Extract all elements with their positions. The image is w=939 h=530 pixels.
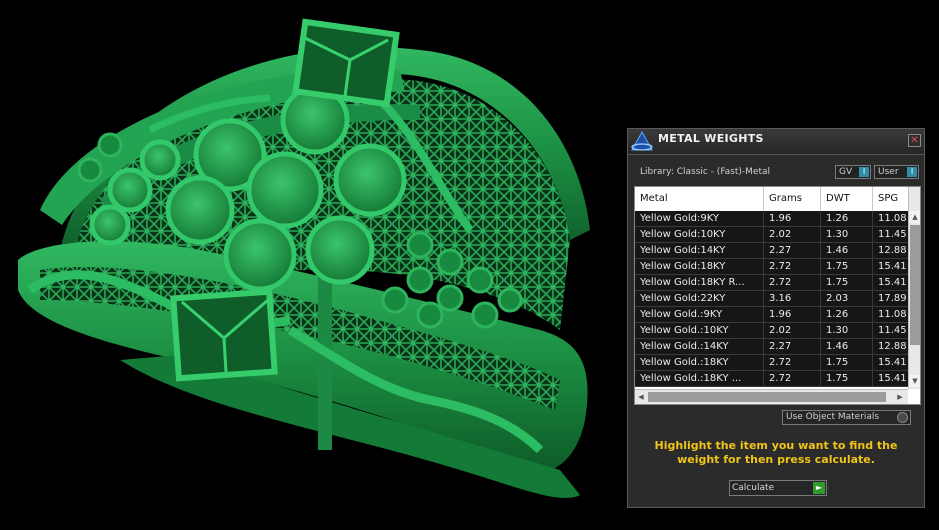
table-header: Metal Grams DWT SPG [635, 187, 913, 212]
table-row[interactable]: Yellow Gold.:18KY 2.72 1.75 15.41 [635, 355, 908, 371]
cell-grams: 2.27 [764, 243, 821, 258]
cell-dwt: 1.46 [821, 339, 873, 354]
cell-grams: 2.27 [764, 339, 821, 354]
scroll-up-icon[interactable]: ▲ [909, 211, 920, 223]
metal-weights-panel: METAL WEIGHTS ✕ Library: Classic - (Fast… [627, 128, 925, 508]
ring-model [18, 18, 590, 498]
table-row[interactable]: Yellow Gold:10KY 2.02 1.30 11.45 [635, 227, 908, 243]
cell-metal: Yellow Gold:14KY [635, 243, 764, 258]
cell-dwt: 1.30 [821, 227, 873, 242]
table-body: Yellow Gold:9KY 1.96 1.26 11.08 Yellow G… [635, 211, 908, 387]
cell-spg: 11.45 [873, 227, 908, 242]
cell-spg: 15.41 [873, 259, 908, 274]
panel-title: METAL WEIGHTS [658, 132, 764, 145]
cell-grams: 2.72 [764, 275, 821, 290]
panel-titlebar[interactable]: METAL WEIGHTS ✕ [628, 129, 924, 155]
app-logo-icon [631, 130, 653, 151]
library-label: Library: Classic - (Fast)-Metal [640, 167, 771, 177]
calculate-button[interactable]: Calculate ► [729, 480, 827, 496]
toggle-knob-icon: I [907, 167, 917, 177]
cell-metal: Yellow Gold:18KY R... [635, 275, 764, 290]
close-icon[interactable]: ✕ [908, 134, 921, 147]
radio-icon[interactable] [897, 412, 908, 423]
cell-dwt: 1.26 [821, 307, 873, 322]
vertical-scrollbar[interactable]: ▲ ▼ [908, 187, 920, 389]
column-header-dwt[interactable]: DWT [821, 187, 873, 211]
square-setting-bottom [170, 288, 278, 382]
cell-grams: 3.16 [764, 291, 821, 306]
cell-dwt: 1.75 [821, 275, 873, 290]
cell-grams: 2.72 [764, 371, 821, 386]
cell-metal: Yellow Gold.:14KY [635, 339, 764, 354]
cell-metal: Yellow Gold:22KY [635, 291, 764, 306]
cell-metal: Yellow Gold:9KY [635, 211, 764, 226]
cell-metal: Yellow Gold.:18KY [635, 355, 764, 370]
user-toggle[interactable]: User I [874, 165, 919, 179]
table-row[interactable]: Yellow Gold.:9KY 1.96 1.26 11.08 [635, 307, 908, 323]
use-object-materials-label: Use Object Materials [786, 412, 880, 422]
play-arrow-icon: ► [813, 482, 825, 494]
calculate-label: Calculate [732, 483, 775, 493]
column-header-metal[interactable]: Metal [635, 187, 764, 211]
cell-spg: 15.41 [873, 371, 908, 386]
cell-spg: 17.89 [873, 291, 908, 306]
horizontal-scroll-thumb[interactable] [648, 392, 886, 402]
cell-dwt: 1.75 [821, 371, 873, 386]
cell-dwt: 1.75 [821, 259, 873, 274]
use-object-materials-option[interactable]: Use Object Materials [782, 410, 911, 425]
cell-dwt: 1.30 [821, 323, 873, 338]
column-header-grams[interactable]: Grams [764, 187, 821, 211]
table-row[interactable]: Yellow Gold:14KY 2.27 1.46 12.88 [635, 243, 908, 259]
table-row[interactable]: Yellow Gold.:10KY 2.02 1.30 11.45 [635, 323, 908, 339]
scroll-left-icon[interactable]: ◀ [635, 391, 647, 403]
cell-dwt: 1.46 [821, 243, 873, 258]
table-row[interactable]: Yellow Gold:9KY 1.96 1.26 11.08 [635, 211, 908, 227]
cell-metal: Yellow Gold.:10KY [635, 323, 764, 338]
user-toggle-label: User [878, 167, 899, 177]
cell-spg: 11.08 [873, 307, 908, 322]
horizontal-scrollbar[interactable]: ◀ ▶ [635, 389, 908, 404]
table-row[interactable]: Yellow Gold.:14KY 2.27 1.46 12.88 [635, 339, 908, 355]
cell-spg: 15.41 [873, 275, 908, 290]
cell-grams: 2.02 [764, 323, 821, 338]
gv-toggle[interactable]: GV I [835, 165, 871, 179]
cell-grams: 1.96 [764, 211, 821, 226]
scroll-down-icon[interactable]: ▼ [909, 375, 920, 387]
table-row[interactable]: Yellow Gold.:18KY ... 2.72 1.75 15.41 [635, 371, 908, 387]
cell-grams: 1.96 [764, 307, 821, 322]
cell-grams: 2.72 [764, 355, 821, 370]
cell-metal: Yellow Gold.:18KY ... [635, 371, 764, 386]
table-row[interactable]: Yellow Gold:18KY 2.72 1.75 15.41 [635, 259, 908, 275]
column-header-spg[interactable]: SPG [873, 187, 913, 211]
table-row[interactable]: Yellow Gold:18KY R... 2.72 1.75 15.41 [635, 275, 908, 291]
cell-grams: 2.02 [764, 227, 821, 242]
cell-spg: 11.08 [873, 211, 908, 226]
scroll-right-icon[interactable]: ▶ [894, 391, 906, 403]
cell-metal: Yellow Gold:18KY [635, 259, 764, 274]
cell-spg: 15.41 [873, 355, 908, 370]
cell-metal: Yellow Gold.:9KY [635, 307, 764, 322]
instruction-text: Highlight the item you want to find the … [654, 439, 898, 466]
cell-dwt: 1.75 [821, 355, 873, 370]
metal-weights-table: Metal Grams DWT SPG Yellow Gold:9KY 1.96… [634, 186, 921, 405]
cell-spg: 11.45 [873, 323, 908, 338]
cell-spg: 12.88 [873, 339, 908, 354]
cell-dwt: 2.03 [821, 291, 873, 306]
square-setting-top [292, 18, 400, 108]
cell-dwt: 1.26 [821, 211, 873, 226]
table-row[interactable]: Yellow Gold:22KY 3.16 2.03 17.89 [635, 291, 908, 307]
vertical-scroll-thumb[interactable] [910, 225, 920, 345]
toggle-knob-icon: I [859, 167, 869, 177]
gv-toggle-label: GV [839, 167, 853, 177]
cell-spg: 12.88 [873, 243, 908, 258]
cell-grams: 2.72 [764, 259, 821, 274]
cell-metal: Yellow Gold:10KY [635, 227, 764, 242]
